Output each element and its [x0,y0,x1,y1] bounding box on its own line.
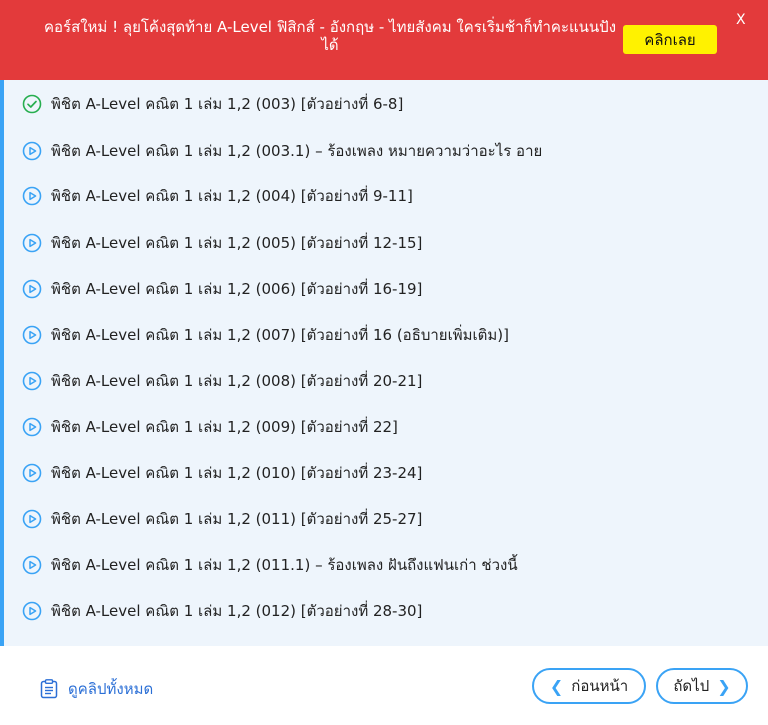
lesson-title: พิชิต A-Level คณิต 1 เล่ม 1,2 (012) [ตัว… [51,602,423,620]
lesson-title: พิชิต A-Level คณิต 1 เล่ม 1,2 (003) [ตัว… [51,95,404,113]
lesson-title: พิชิต A-Level คณิต 1 เล่ม 1,2 (011.1) – … [51,556,518,574]
lesson-item[interactable]: พิชิต A-Level คณิต 1 เล่ม 1,2 (003) [ตัว… [22,93,403,115]
lesson-title: พิชิต A-Level คณิต 1 เล่ม 1,2 (004) [ตัว… [51,187,413,205]
lesson-item[interactable]: พิชิต A-Level คณิต 1 เล่ม 1,2 (009) [ตัว… [22,416,398,438]
play-circle-icon [22,279,42,299]
lesson-item[interactable]: พิชิต A-Level คณิต 1 เล่ม 1,2 (004) [ตัว… [22,185,413,207]
next-button[interactable]: ถัดไป ❯ [656,668,748,704]
view-all-clips-label: ดูคลิปทั้งหมด [68,680,154,698]
lesson-title: พิชิต A-Level คณิต 1 เล่ม 1,2 (003.1) – … [51,142,543,160]
chevron-right-icon: ❯ [717,676,731,696]
play-circle-icon [22,417,42,437]
lesson-title: พิชิต A-Level คณิต 1 เล่ม 1,2 (010) [ตัว… [51,464,423,482]
lesson-title: พิชิต A-Level คณิต 1 เล่ม 1,2 (008) [ตัว… [51,372,423,390]
footer-bar: ดูคลิปทั้งหมด ❮ ก่อนหน้า ถัดไป ❯ [0,646,768,725]
view-all-clips-link[interactable]: ดูคลิปทั้งหมด [40,677,153,701]
play-circle-icon [22,463,42,483]
promo-banner: คอร์สใหม่ ! ลุยโค้งสุดท้าย A-Level ฟิสิก… [0,0,768,80]
promo-cta-button[interactable]: คลิกเลย [623,25,717,54]
play-circle-icon [22,371,42,391]
lesson-title: พิชิต A-Level คณิต 1 เล่ม 1,2 (009) [ตัว… [51,418,398,436]
play-circle-icon [22,555,42,575]
lesson-item[interactable]: พิชิต A-Level คณิต 1 เล่ม 1,2 (005) [ตัว… [22,232,422,254]
lesson-item[interactable]: พิชิต A-Level คณิต 1 เล่ม 1,2 (011) [ตัว… [22,508,422,530]
play-circle-icon [22,325,42,345]
lesson-item[interactable]: พิชิต A-Level คณิต 1 เล่ม 1,2 (010) [ตัว… [22,462,422,484]
previous-button[interactable]: ❮ ก่อนหน้า [532,668,646,704]
list-accent-bar [0,80,4,646]
play-circle-icon [22,601,42,621]
play-circle-icon [22,233,42,253]
close-banner-button[interactable]: X [736,12,746,28]
previous-label: ก่อนหน้า [571,677,629,695]
lesson-item[interactable]: พิชิต A-Level คณิต 1 เล่ม 1,2 (011.1) – … [22,554,518,576]
promo-banner-text: คอร์สใหม่ ! ลุยโค้งสุดท้าย A-Level ฟิสิก… [43,18,617,54]
lesson-item[interactable]: พิชิต A-Level คณิต 1 เล่ม 1,2 (008) [ตัว… [22,370,422,392]
chevron-left-icon: ❮ [549,676,564,696]
play-circle-icon [22,186,42,206]
lesson-title: พิชิต A-Level คณิต 1 เล่ม 1,2 (005) [ตัว… [51,234,423,252]
lesson-item[interactable]: พิชิต A-Level คณิต 1 เล่ม 1,2 (012) [ตัว… [22,600,422,622]
lesson-title: พิชิต A-Level คณิต 1 เล่ม 1,2 (007) [ตัว… [51,326,509,344]
clipboard-list-icon [40,679,58,699]
lesson-item[interactable]: พิชิต A-Level คณิต 1 เล่ม 1,2 (003.1) – … [22,140,542,162]
play-circle-icon [22,509,42,529]
lesson-title: พิชิต A-Level คณิต 1 เล่ม 1,2 (006) [ตัว… [51,280,423,298]
lesson-list: พิชิต A-Level คณิต 1 เล่ม 1,2 (003) [ตัว… [0,80,768,646]
lesson-item[interactable]: พิชิต A-Level คณิต 1 เล่ม 1,2 (007) [ตัว… [22,324,509,346]
lesson-title: พิชิต A-Level คณิต 1 เล่ม 1,2 (011) [ตัว… [51,510,423,528]
lesson-item[interactable]: พิชิต A-Level คณิต 1 เล่ม 1,2 (006) [ตัว… [22,278,422,300]
play-circle-icon [22,141,42,161]
next-label: ถัดไป [673,677,710,695]
check-circle-icon [22,94,42,114]
